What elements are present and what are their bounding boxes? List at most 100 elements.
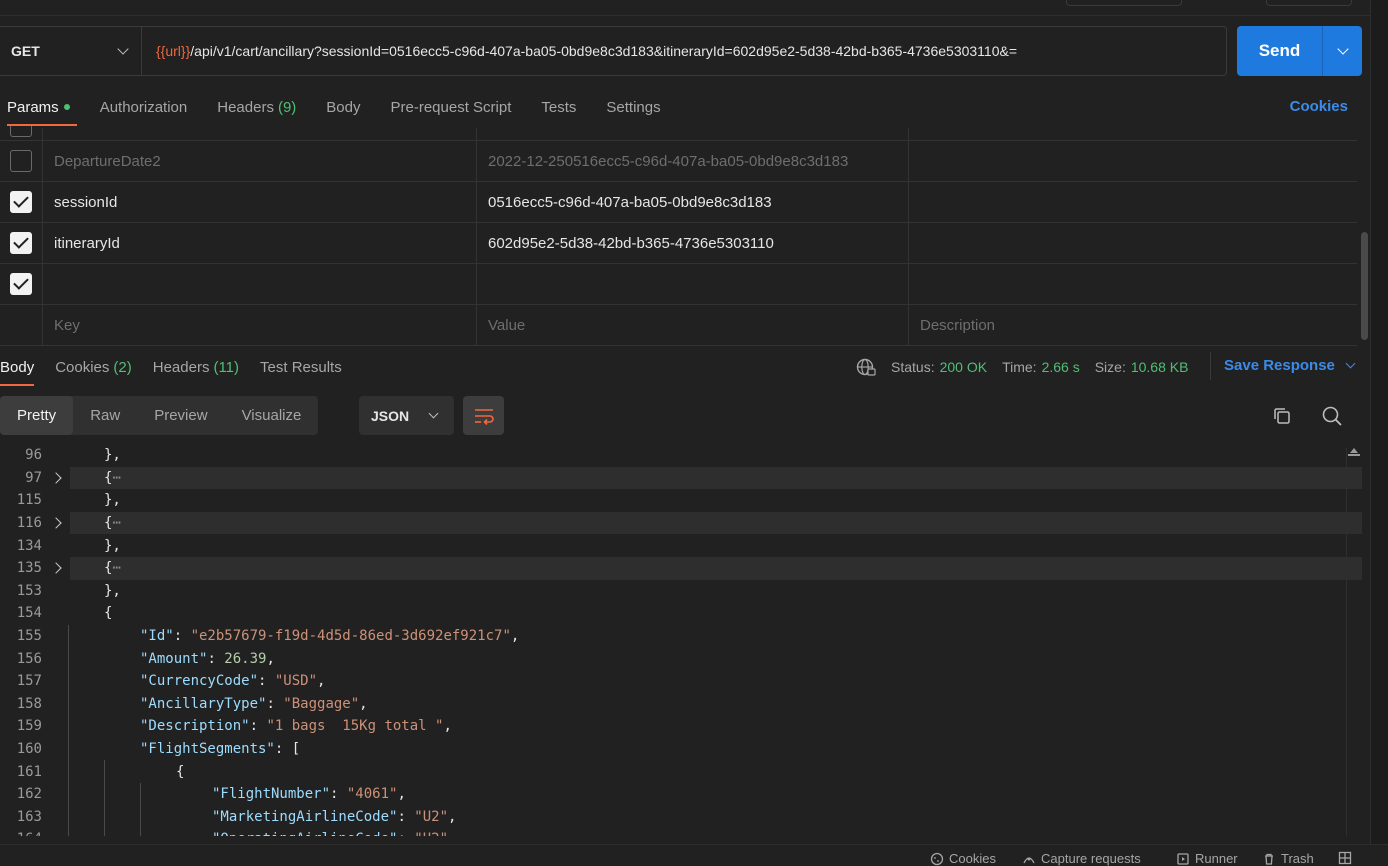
save-response-button[interactable]: Save Response [1224,357,1356,374]
indent-guide [68,828,69,836]
view-mode-preview[interactable]: Preview [137,396,224,435]
code-text: "FlightNumber": "4061", [212,786,406,803]
param-key[interactable] [43,264,477,304]
param-description[interactable] [909,141,1357,181]
wrap-lines-button[interactable] [463,396,504,435]
format-label: JSON [371,407,410,424]
json-punct: { [176,763,185,780]
tab-settings[interactable]: Settings [599,88,667,126]
response-tab-cookies[interactable]: Cookies (2) [55,348,132,386]
tab-pre-request-script[interactable]: Pre-request Script [384,88,519,126]
param-value[interactable] [477,264,909,304]
view-mode-visualize[interactable]: Visualize [225,396,319,435]
response-body-editor[interactable]: 96}, 97 {⋯ 115}, 116 {⋯ 134}, 135 {⋯ 153}, 154{155… [0,444,1370,836]
code-line: 164 "OperatingAirlineCode": "U2", [0,828,1370,836]
tab-body[interactable]: Body [319,88,367,126]
tab-label: Cookies [55,358,110,376]
fold-toggle[interactable] [42,472,70,484]
send-dropdown-button[interactable] [1323,26,1362,76]
code-line: 135 {⋯ [0,556,1370,580]
json-punct: { [104,605,113,622]
param-key[interactable]: itineraryId [43,223,477,263]
tab-tests[interactable]: Tests [534,88,583,126]
value-input[interactable]: Value [477,305,909,345]
size-value[interactable]: 10.68 KB [1131,359,1189,375]
tab-label: Test Results [260,358,342,376]
param-value[interactable]: 602d95e2-5d38-42bd-b365-4736e5303110 [477,223,909,263]
response-tab-test-results[interactable]: Test Results [260,348,342,386]
params-row-new: Key Value Description [0,305,1357,346]
right-sidebar [1370,0,1388,864]
scroll-thumb[interactable] [1348,454,1360,456]
format-select[interactable]: JSON [359,396,454,435]
view-mode-pretty[interactable]: Pretty [0,396,74,435]
tab-count-badge: (11) [213,358,240,376]
tab-count-badge: (9) [277,98,297,116]
param-checkbox[interactable] [10,191,32,213]
tab-params[interactable]: Params [0,88,77,126]
editor-scrollbar[interactable] [1346,448,1360,836]
time-value[interactable]: 2.66 s [1042,359,1080,375]
method-select[interactable]: GET [0,27,142,75]
copy-icon[interactable] [1272,406,1292,426]
tab-headers[interactable]: Headers (9) [210,88,303,126]
fold-toggle[interactable] [42,562,70,574]
search-icon[interactable] [1321,405,1343,427]
url-input[interactable]: {{url}}/api/v1/cart/ancillary?sessionId=… [142,27,1226,75]
chevron-down-icon [117,43,129,55]
indent-guide [68,647,69,670]
indent-guide [140,828,141,836]
response-tab-body[interactable]: Body [0,348,35,386]
indent-guide [68,692,69,716]
json-punct: }, [104,492,121,509]
line-number: 116 [16,515,42,532]
cookies-link[interactable]: Cookies [1290,98,1348,115]
param-value[interactable]: 2022-12-250516ecc5-c96d-407a-ba05-0bd9e8… [477,141,909,181]
param-checkbox[interactable] [10,232,32,254]
code-line: 160 "FlightSegments": [ [0,737,1370,761]
description-input[interactable]: Description [909,305,1357,345]
param-key[interactable]: DepartureDate2 [43,141,477,181]
params-row-partial [0,125,1357,141]
tab-label: Headers [217,98,274,116]
collapsed-ellipsis[interactable]: ⋯ [112,470,120,486]
view-mode-raw[interactable]: Raw [73,396,137,435]
indent-guide [68,669,69,693]
key-input[interactable]: Key [43,305,477,345]
param-description[interactable] [909,182,1357,222]
json-key: "AncillaryType" [140,695,267,712]
param-description[interactable] [909,264,1357,304]
collapsed-ellipsis[interactable]: ⋯ [112,515,120,531]
param-key[interactable]: sessionId [43,182,477,222]
code-text: {⋯ [104,560,121,576]
json-punct: }, [104,582,121,599]
code-text: "CurrencyCode": "USD", [140,673,326,690]
line-number: 155 [16,628,42,645]
cookie-icon [930,852,944,865]
fold-toggle[interactable] [42,517,70,529]
response-tab-headers[interactable]: Headers (11) [153,348,239,386]
indent-guide [104,782,105,806]
collapsed-ellipsis[interactable]: ⋯ [112,560,120,576]
tab-count-badge: (2) [113,358,132,376]
chevron-right-icon [50,472,62,484]
checkbox-partial[interactable] [10,125,32,137]
top-control-stub-2[interactable] [1266,0,1352,6]
layout-icon[interactable] [1338,851,1357,865]
top-control-stub[interactable] [1066,0,1182,6]
globe-icon[interactable] [856,357,876,377]
params-scrollbar[interactable] [1361,232,1368,340]
param-value[interactable]: 0516ecc5-c96d-407a-ba05-0bd9e8c3d183 [477,182,909,222]
param-checkbox[interactable] [10,150,32,172]
line-number: 97 [25,469,42,486]
param-description[interactable] [909,223,1357,263]
status-bar: Cookies Capture requests Runner Trash [0,844,1388,866]
status-value[interactable]: 200 OK [940,359,987,375]
send-button[interactable]: Send [1237,26,1323,76]
scroll-up-icon[interactable] [1350,448,1358,453]
code-text: { [104,605,112,621]
param-checkbox[interactable] [10,273,32,295]
code-line: 161 { [0,760,1370,783]
tab-authorization[interactable]: Authorization [93,88,195,126]
json-value: "U2" [414,808,449,825]
